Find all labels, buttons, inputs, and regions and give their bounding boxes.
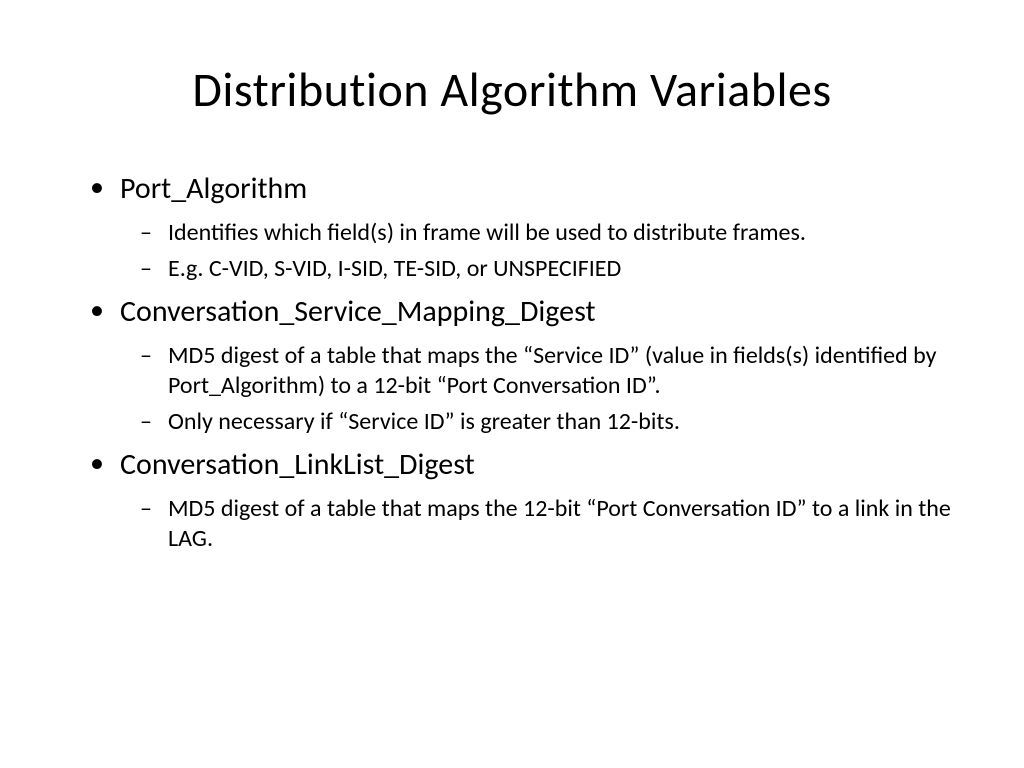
list-item-label: Conversation_LinkList_Digest xyxy=(120,446,475,483)
slide-content: Port_Algorithm Identifies which field(s)… xyxy=(60,169,964,554)
list-item: Only necessary if “Service ID” is greate… xyxy=(140,407,964,437)
list-item-text: MD5 digest of a table that maps the “Ser… xyxy=(168,341,936,400)
list-item-label: Port_Algorithm xyxy=(120,170,307,207)
bullet-list-level2: MD5 digest of a table that maps the “Ser… xyxy=(140,341,964,437)
list-item: E.g. C-VID, S-VID, I-SID, TE-SID, or UNS… xyxy=(140,254,964,284)
list-item: Port_Algorithm Identifies which field(s)… xyxy=(90,169,964,284)
list-item: MD5 digest of a table that maps the “Ser… xyxy=(140,341,964,401)
list-item-text: E.g. C-VID, S-VID, I-SID, TE-SID, or UNS… xyxy=(168,254,621,283)
list-item: Identifies which field(s) in frame will … xyxy=(140,218,964,248)
list-item-label: Conversation_Service_Mapping_Digest xyxy=(120,293,596,330)
list-item: MD5 digest of a table that maps the 12-b… xyxy=(140,494,964,554)
list-item: Conversation_LinkList_Digest MD5 digest … xyxy=(90,445,964,554)
list-item-text: Identifies which field(s) in frame will … xyxy=(168,218,806,247)
bullet-list-level2: Identifies which field(s) in frame will … xyxy=(140,218,964,284)
list-item-text: Only necessary if “Service ID” is greate… xyxy=(168,407,680,436)
slide-title: Distribution Algorithm Variables xyxy=(60,60,964,119)
list-item-text: MD5 digest of a table that maps the 12-b… xyxy=(168,494,951,553)
bullet-list-level1: Port_Algorithm Identifies which field(s)… xyxy=(90,169,964,554)
bullet-list-level2: MD5 digest of a table that maps the 12-b… xyxy=(140,494,964,554)
list-item: Conversation_Service_Mapping_Digest MD5 … xyxy=(90,292,964,437)
